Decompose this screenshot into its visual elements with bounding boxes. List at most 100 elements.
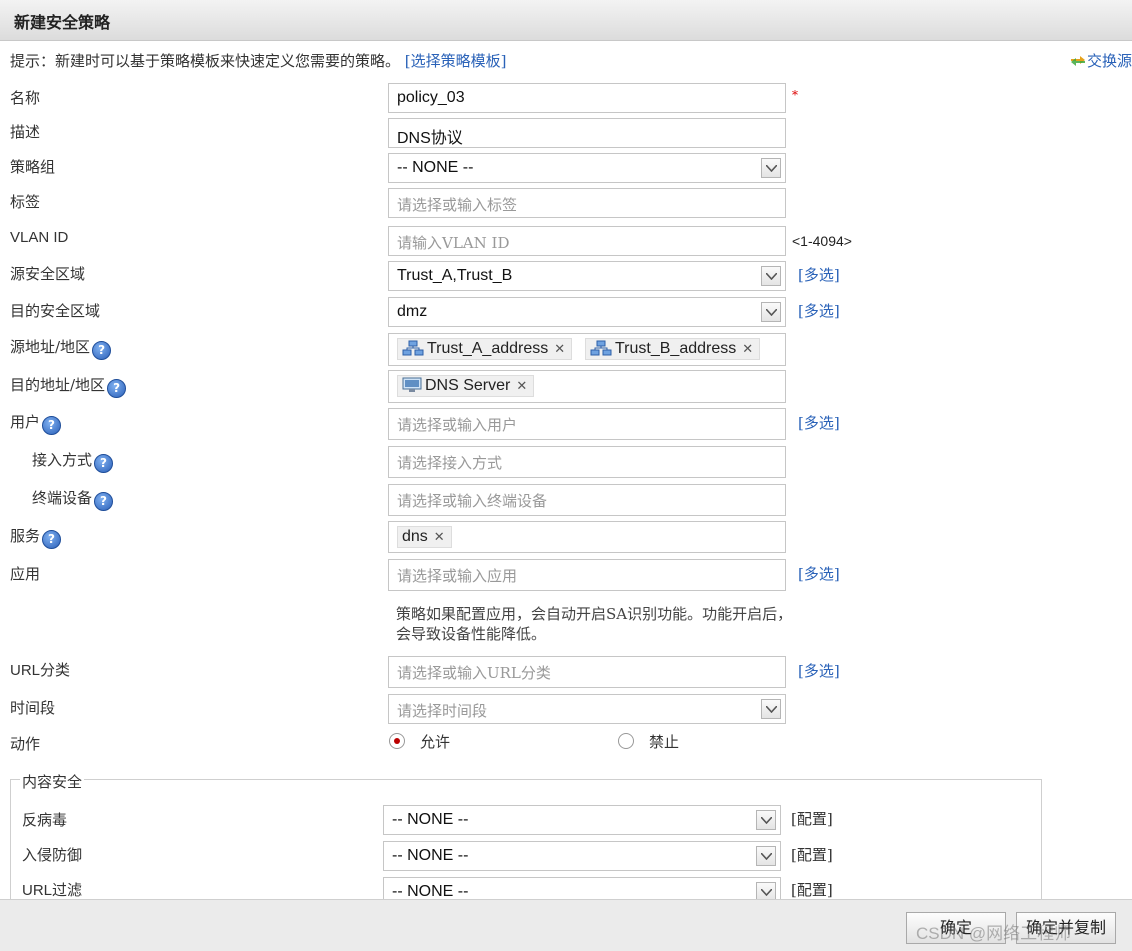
application-label: 应用 xyxy=(10,565,41,583)
chevron-down-icon[interactable] xyxy=(761,699,781,719)
chevron-down-icon[interactable] xyxy=(756,882,776,899)
tag-text: dns xyxy=(402,528,428,545)
close-icon[interactable]: ✕ xyxy=(516,378,527,393)
url-filter-label: URL过滤 xyxy=(22,882,83,899)
url-category-input[interactable]: 请选择或输入URL分类 xyxy=(388,656,786,688)
dst-zone-label: 目的安全区域 xyxy=(10,302,101,320)
src-zone-select[interactable]: Trust_A,Trust_B xyxy=(388,261,786,291)
hint-bar: 提示：新建时可以基于策略模板来快速定义您需要的策略。 [选择策略模板] xyxy=(10,50,507,71)
help-icon[interactable]: ? xyxy=(92,341,112,360)
tag-label: 标签 xyxy=(10,193,41,211)
time-range-label: 时间段 xyxy=(10,699,56,717)
src-addr-tag: Trust_B_address ✕ xyxy=(585,338,761,360)
chevron-down-icon[interactable] xyxy=(761,302,781,322)
tag-text: DNS Server xyxy=(425,377,511,394)
chevron-down-icon[interactable] xyxy=(756,846,776,866)
hint-text: 提示：新建时可以基于策略模板来快速定义您需要的策略。 xyxy=(10,52,401,70)
src-zone-multi-link[interactable]: [多选] xyxy=(798,264,840,285)
select-template-link[interactable]: [选择策略模板] xyxy=(405,52,507,70)
description-value: DNS协议 xyxy=(397,130,463,147)
deny-label: 禁止 xyxy=(649,733,680,751)
tag-input[interactable]: 请选择或输入标签 xyxy=(388,188,786,218)
src-addr-label: 源地址/地区? xyxy=(10,336,112,360)
terminal-input[interactable]: 请选择或输入终端设备 xyxy=(388,484,786,516)
antivirus-value: -- NONE -- xyxy=(392,811,469,828)
dialog-title: 新建安全策略 xyxy=(14,13,111,32)
tag-text: Trust_A_address xyxy=(427,340,549,357)
antivirus-select[interactable]: -- NONE -- xyxy=(383,805,781,835)
application-input[interactable]: 请选择或输入应用 xyxy=(388,559,786,591)
dialog-titlebar: 新建安全策略 xyxy=(0,0,1132,41)
policy-group-value: -- NONE -- xyxy=(397,159,474,176)
name-value: policy_03 xyxy=(397,89,465,106)
allow-label: 允许 xyxy=(420,733,451,751)
help-icon[interactable]: ? xyxy=(42,416,62,435)
url-filter-config-link[interactable]: [配置] xyxy=(791,879,833,899)
deny-radio[interactable] xyxy=(618,733,634,749)
network-address-icon xyxy=(402,340,424,362)
chevron-down-icon[interactable] xyxy=(761,158,781,178)
description-input[interactable]: DNS协议 xyxy=(388,118,786,148)
help-icon[interactable]: ? xyxy=(94,454,114,473)
tag-placeholder: 请选择或输入标签 xyxy=(397,196,518,214)
service-tag: dns ✕ xyxy=(397,526,452,548)
close-icon[interactable]: ✕ xyxy=(742,341,753,356)
required-mark: * xyxy=(792,88,798,102)
ok-button[interactable]: 确定 xyxy=(906,912,1006,944)
close-icon[interactable]: ✕ xyxy=(554,341,565,356)
antivirus-label: 反病毒 xyxy=(22,811,68,829)
help-icon[interactable]: ? xyxy=(42,530,62,549)
ips-value: -- NONE -- xyxy=(392,847,469,864)
service-input[interactable]: dns ✕ xyxy=(388,521,786,553)
help-icon[interactable]: ? xyxy=(107,379,127,398)
antivirus-config-link[interactable]: [配置] xyxy=(791,808,833,829)
vlan-label: VLAN ID xyxy=(10,229,69,246)
action-label: 动作 xyxy=(10,735,41,753)
close-icon[interactable]: ✕ xyxy=(434,529,445,544)
ips-config-link[interactable]: [配置] xyxy=(791,844,833,865)
user-placeholder: 请选择或输入用户 xyxy=(397,416,518,434)
url-category-placeholder: 请选择或输入URL分类 xyxy=(397,664,551,682)
user-input[interactable]: 请选择或输入用户 xyxy=(388,408,786,440)
policy-group-select[interactable]: -- NONE -- xyxy=(388,153,786,183)
chevron-down-icon[interactable] xyxy=(756,810,776,830)
name-input[interactable]: policy_03 xyxy=(388,83,786,113)
url-category-multi-link[interactable]: [多选] xyxy=(798,660,840,681)
ips-select[interactable]: -- NONE -- xyxy=(383,841,781,871)
time-range-placeholder: 请选择时间段 xyxy=(397,702,488,720)
src-zone-value: Trust_A,Trust_B xyxy=(397,267,513,284)
swap-icon xyxy=(1069,54,1087,68)
swap-label: 交换源 xyxy=(1086,52,1132,70)
user-multi-link[interactable]: [多选] xyxy=(798,412,840,433)
vlan-input[interactable]: 请输入VLAN ID xyxy=(388,226,786,256)
help-icon[interactable]: ? xyxy=(94,492,114,511)
ips-label: 入侵防御 xyxy=(22,846,83,864)
terminal-label: 终端设备? xyxy=(32,487,114,511)
dst-zone-multi-link[interactable]: [多选] xyxy=(798,300,840,321)
access-input[interactable]: 请选择接入方式 xyxy=(388,446,786,478)
allow-radio[interactable] xyxy=(389,733,405,749)
user-label: 用户? xyxy=(10,411,62,435)
ok-copy-button[interactable]: 确定并复制 xyxy=(1016,912,1116,944)
src-zone-label: 源安全区域 xyxy=(10,265,86,283)
dialog-footer: 确定 确定并复制 xyxy=(0,899,1132,951)
dst-zone-select[interactable]: dmz xyxy=(388,297,786,327)
dst-addr-tag: DNS Server ✕ xyxy=(397,375,535,399)
server-icon xyxy=(402,377,422,399)
vlan-range: <1-4094> xyxy=(792,233,852,249)
description-label: 描述 xyxy=(10,123,41,141)
service-label: 服务? xyxy=(10,525,62,549)
src-addr-input[interactable]: Trust_A_address ✕ Trust_B_address ✕ xyxy=(388,333,786,366)
policy-group-label: 策略组 xyxy=(10,158,56,176)
dst-addr-input[interactable]: DNS Server ✕ xyxy=(388,370,786,403)
swap-source-link[interactable]: 交换源 xyxy=(1069,50,1132,71)
chevron-down-icon[interactable] xyxy=(761,266,781,286)
url-filter-select[interactable]: -- NONE -- xyxy=(383,877,781,899)
tag-text: Trust_B_address xyxy=(615,340,737,357)
name-label: 名称 xyxy=(10,89,41,107)
application-multi-link[interactable]: [多选] xyxy=(798,563,840,584)
src-addr-tag: Trust_A_address ✕ xyxy=(397,338,573,362)
dst-zone-value: dmz xyxy=(397,303,428,320)
time-range-select[interactable]: 请选择时间段 xyxy=(388,694,786,724)
access-label: 接入方式? xyxy=(32,449,114,473)
